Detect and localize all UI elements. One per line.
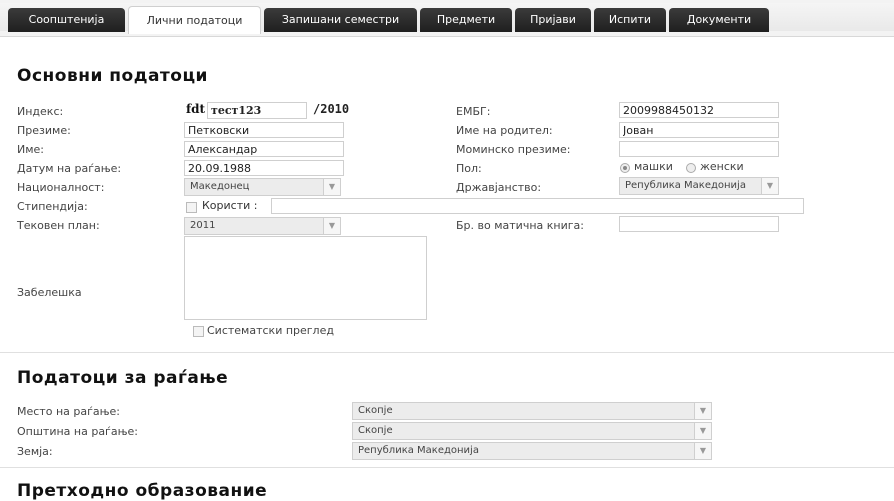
- index-prefix: fdt: [186, 102, 206, 116]
- dob-label: Датум на раѓање:: [17, 162, 122, 175]
- birth-municipality-select[interactable]: Скопје ▼: [352, 422, 712, 440]
- maiden-input[interactable]: [619, 141, 779, 157]
- scholarship-label: Стипендија:: [17, 200, 88, 213]
- birth-place-select[interactable]: Скопје ▼: [352, 402, 712, 420]
- section-divider: [0, 467, 894, 468]
- index-label: Индекс:: [17, 105, 64, 118]
- note-label: Забелешка: [17, 286, 82, 299]
- section-divider: [0, 352, 894, 353]
- name-label: Име:: [17, 143, 45, 156]
- chevron-down-icon: ▼: [694, 423, 711, 439]
- birth-country-value: Република Македонија: [358, 445, 479, 456]
- parent-label: Име на родител:: [456, 124, 553, 137]
- chevron-down-icon: ▼: [323, 179, 340, 195]
- scholarship-checkbox[interactable]: [186, 202, 197, 213]
- index-year: /2010: [313, 102, 350, 116]
- parent-input[interactable]: [619, 122, 779, 138]
- chevron-down-icon: ▼: [323, 218, 340, 234]
- nationality-select[interactable]: Македонец ▼: [184, 178, 341, 196]
- birth-place-label: Место на раѓање:: [17, 405, 120, 418]
- gender-female-label: женски: [700, 160, 744, 173]
- gender-male-label: машки: [634, 160, 673, 173]
- birth-municipality-label: Општина на раѓање:: [17, 425, 138, 438]
- tab-documents[interactable]: Документи: [669, 8, 769, 32]
- tab-personal-data[interactable]: Лични податоци: [128, 6, 261, 34]
- systematic-label: Систематски преглед: [207, 324, 334, 337]
- plan-value: 2011: [190, 220, 216, 231]
- name-input[interactable]: [184, 141, 344, 157]
- plan-label: Тековен план:: [17, 219, 100, 232]
- section-title-basic: Основни податоци: [17, 66, 208, 86]
- index-input[interactable]: [207, 102, 307, 119]
- note-textarea[interactable]: [184, 236, 427, 320]
- gender-label: Пол:: [456, 162, 482, 175]
- embg-label: ЕМБГ:: [456, 105, 491, 118]
- scholarship-uses-label: Користи :: [202, 199, 258, 212]
- scholarship-input[interactable]: [271, 198, 804, 214]
- gender-female-radio[interactable]: [686, 163, 696, 173]
- dob-input[interactable]: [184, 160, 344, 176]
- surname-input[interactable]: [184, 122, 344, 138]
- nationality-value: Македонец: [190, 181, 250, 192]
- birth-municipality-value: Скопје: [358, 425, 393, 436]
- surname-label: Презиме:: [17, 124, 71, 137]
- systematic-checkbox[interactable]: [193, 326, 204, 337]
- chevron-down-icon: ▼: [761, 178, 778, 194]
- tab-enrolled-semesters[interactable]: Запишани семестри: [264, 8, 417, 32]
- section-title-previous-education: Претходно образование: [17, 481, 268, 501]
- tab-announcements[interactable]: Соопштенија: [8, 8, 125, 32]
- section-title-birth: Податоци за раѓање: [17, 368, 229, 388]
- citizenship-select[interactable]: Република Македонија ▼: [619, 177, 779, 195]
- maiden-label: Моминско презиме:: [456, 143, 571, 156]
- tab-subjects[interactable]: Предмети: [420, 8, 512, 32]
- chevron-down-icon: ▼: [694, 403, 711, 419]
- chevron-down-icon: ▼: [694, 443, 711, 459]
- plan-select[interactable]: 2011 ▼: [184, 217, 341, 235]
- nationality-label: Националност:: [17, 181, 105, 194]
- tab-exams[interactable]: Испити: [594, 8, 666, 32]
- registry-input[interactable]: [619, 216, 779, 232]
- citizenship-value: Република Македонија: [625, 180, 746, 191]
- citizenship-label: Државјанство:: [456, 181, 542, 194]
- gender-male-radio[interactable]: [620, 163, 630, 173]
- birth-country-label: Земја:: [17, 445, 53, 458]
- embg-input[interactable]: [619, 102, 779, 118]
- birth-country-select[interactable]: Република Македонија ▼: [352, 442, 712, 460]
- tab-applications[interactable]: Пријави: [515, 8, 591, 32]
- birth-place-value: Скопје: [358, 405, 393, 416]
- registry-label: Бр. во матична книга:: [456, 219, 584, 232]
